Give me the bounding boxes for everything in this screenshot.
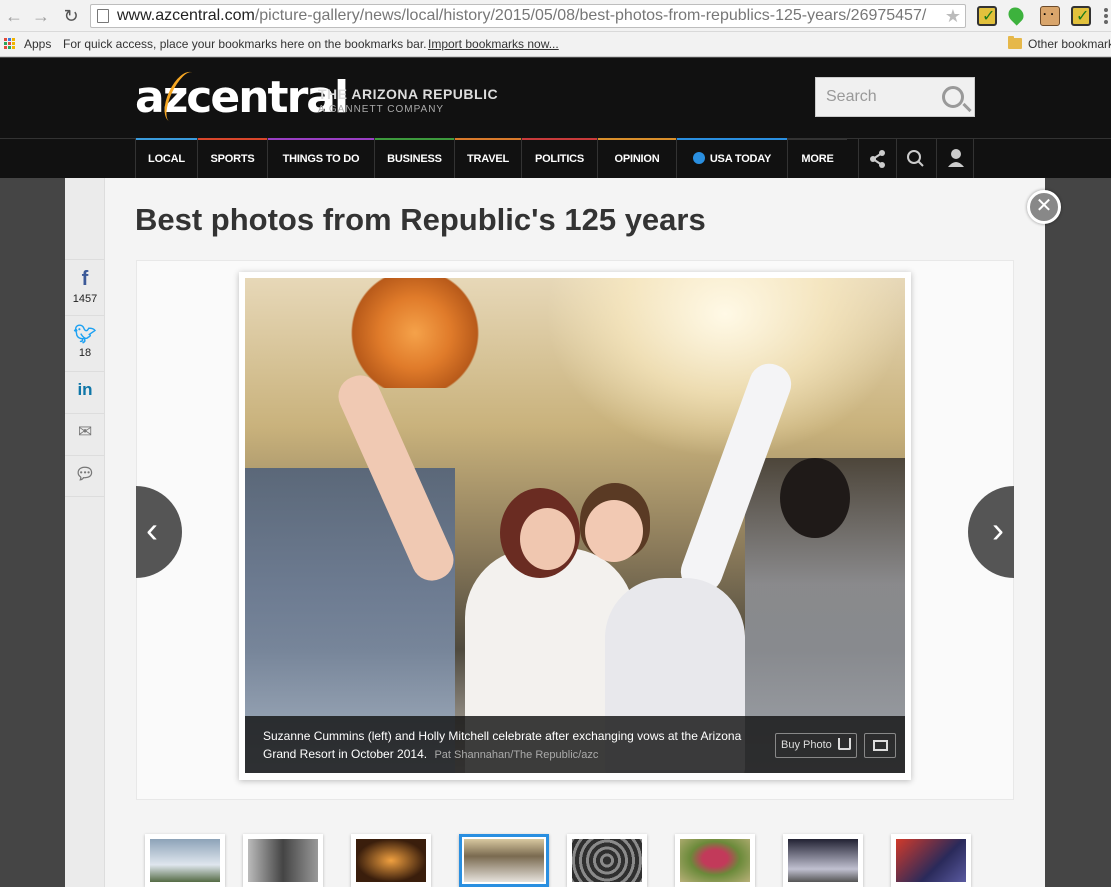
overlay-backdrop-right xyxy=(1045,178,1111,887)
nav-label: THINGS TO DO xyxy=(282,153,360,165)
comment-share[interactable]: 💬︎ xyxy=(65,455,105,497)
folder-icon xyxy=(1008,36,1022,49)
photo-caption: Suzanne Cummins (left) and Holly Mitchel… xyxy=(263,727,763,764)
nav-label: MORE xyxy=(801,153,834,165)
nav-label: BUSINESS xyxy=(387,153,442,165)
nav-usa-today[interactable]: USA TODAY xyxy=(676,138,787,179)
other-bookmarks-link[interactable]: Other bookmarks xyxy=(1028,32,1111,56)
url-host: www.azcentral.com xyxy=(117,7,255,24)
nav-business[interactable]: BUSINESS xyxy=(374,138,454,179)
gallery-photo[interactable] xyxy=(245,278,905,773)
apps-link[interactable]: Apps xyxy=(24,32,51,56)
extension-leaf-icon[interactable] xyxy=(1006,6,1026,26)
gallery-title: Best photos from Republic's 125 years xyxy=(135,202,706,237)
nav-local[interactable]: LOCAL xyxy=(135,138,197,179)
browser-toolbar: ← → ↻ www.azcentral.com/picture-gallery/… xyxy=(0,0,1111,32)
overlay-backdrop-left xyxy=(0,178,65,887)
share-icon[interactable] xyxy=(858,139,896,179)
back-icon[interactable]: ← xyxy=(3,5,25,27)
import-bookmarks-link[interactable]: Import bookmarks now... xyxy=(428,32,559,56)
facebook-count: 1457 xyxy=(72,293,98,305)
nav-travel[interactable]: TRAVEL xyxy=(454,138,521,179)
thumbnail[interactable] xyxy=(145,834,225,887)
search-placeholder: Search xyxy=(826,88,877,105)
nav-label: OPINION xyxy=(614,153,660,165)
nav-more[interactable]: MORE xyxy=(787,138,847,179)
user-icon[interactable] xyxy=(936,139,974,179)
address-bar[interactable]: www.azcentral.com/picture-gallery/news/l… xyxy=(90,4,966,28)
search-icon[interactable] xyxy=(942,86,964,108)
fullscreen-button[interactable] xyxy=(864,733,896,758)
site-header: azcentral THE ARIZONA REPUBLIC A GANNETT… xyxy=(0,58,1111,138)
photo-credit: Pat Shannahan/The Republic/azc xyxy=(434,749,599,761)
publisher-name: THE ARIZONA REPUBLIC xyxy=(318,86,499,102)
site-search-input[interactable]: Search xyxy=(815,77,975,117)
buy-photo-label: Buy Photo xyxy=(781,739,832,751)
facebook-icon: f xyxy=(81,268,89,290)
cart-icon xyxy=(838,738,851,750)
thumbnail[interactable] xyxy=(567,834,647,887)
nav-opinion[interactable]: OPINION xyxy=(597,138,676,179)
nav-label: USA TODAY xyxy=(709,153,772,165)
chevron-right-icon: › xyxy=(992,509,1004,550)
url-path: /picture-gallery/news/local/history/2015… xyxy=(254,7,927,24)
reload-icon[interactable]: ↻ xyxy=(60,5,82,27)
search-icon[interactable] xyxy=(896,139,934,179)
thumbnail-active[interactable] xyxy=(459,834,549,887)
nav-sports[interactable]: SPORTS xyxy=(197,138,267,179)
apps-icon[interactable] xyxy=(4,38,16,50)
extension-check-icon[interactable] xyxy=(977,6,997,26)
main-nav: LOCAL SPORTS THINGS TO DO BUSINESS TRAVE… xyxy=(0,138,1111,179)
twitter-share[interactable]: 🐦︎ 18 xyxy=(65,315,105,371)
thumbnail[interactable] xyxy=(891,834,971,887)
page-icon xyxy=(97,9,109,23)
thumbnail[interactable] xyxy=(675,834,755,887)
publisher-subtitle: A GANNETT COMPANY xyxy=(318,104,445,115)
nav-politics[interactable]: POLITICS xyxy=(521,138,597,179)
extension-face-icon[interactable] xyxy=(1040,6,1060,26)
nav-label: TRAVEL xyxy=(467,153,509,165)
linkedin-icon: in xyxy=(77,380,93,399)
thumbnail[interactable] xyxy=(783,834,863,887)
bookmarks-bar: Apps For quick access, place your bookma… xyxy=(0,32,1111,57)
email-share[interactable]: ✉ xyxy=(65,413,105,455)
nav-things-to-do[interactable]: THINGS TO DO xyxy=(267,138,374,179)
browser-menu-icon[interactable] xyxy=(1102,8,1111,24)
comment-icon: 💬︎ xyxy=(74,466,96,483)
usa-today-dot-icon xyxy=(692,152,705,164)
nav-label: SPORTS xyxy=(210,153,255,165)
forward-icon[interactable]: → xyxy=(30,5,52,27)
linkedin-share[interactable]: in xyxy=(65,371,105,413)
nav-label: POLITICS xyxy=(534,153,585,165)
nav-label: LOCAL xyxy=(148,153,185,165)
bookmark-star-icon[interactable]: ★ xyxy=(945,5,961,27)
buy-photo-button[interactable]: Buy Photo xyxy=(775,733,857,758)
bookmarks-hint: For quick access, place your bookmarks h… xyxy=(63,37,427,51)
thumbnail[interactable] xyxy=(243,834,323,887)
twitter-icon: 🐦︎ xyxy=(73,324,97,344)
extension-check-icon[interactable] xyxy=(1071,6,1091,26)
chevron-left-icon: ‹ xyxy=(146,509,158,550)
facebook-share[interactable]: f 1457 xyxy=(65,259,105,315)
thumbnail[interactable] xyxy=(351,834,431,887)
twitter-count: 18 xyxy=(78,347,92,359)
email-icon: ✉ xyxy=(77,422,93,441)
fullscreen-icon xyxy=(873,740,888,751)
close-icon[interactable]: ✕ xyxy=(1027,190,1061,224)
